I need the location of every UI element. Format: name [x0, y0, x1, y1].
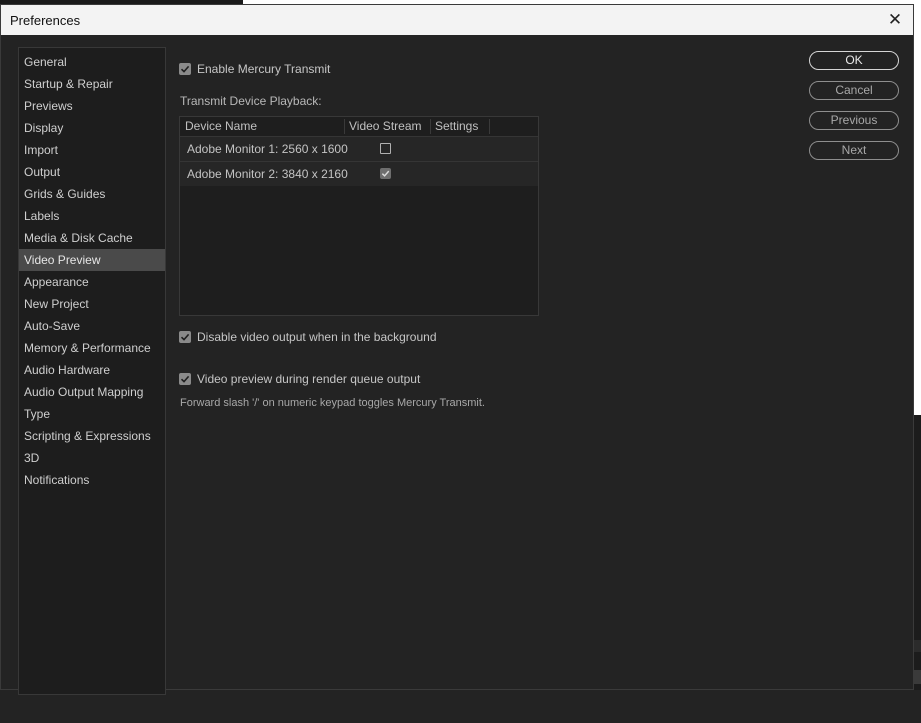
- disable-background-output-checkbox[interactable]: [179, 331, 191, 343]
- next-button[interactable]: Next: [809, 141, 899, 160]
- column-divider: [489, 119, 490, 134]
- sidebar-item-display[interactable]: Display: [19, 117, 165, 139]
- column-header-video-stream[interactable]: Video Stream: [344, 117, 430, 136]
- checkmark-icon: [180, 333, 190, 341]
- cancel-button[interactable]: Cancel: [809, 81, 899, 100]
- sidebar-item-audio-output-mapping[interactable]: Audio Output Mapping: [19, 381, 165, 403]
- keypad-hint-text: Forward slash '/' on numeric keypad togg…: [180, 397, 485, 409]
- transmit-device-table: Device Name Video Stream Settings Adobe …: [179, 116, 539, 316]
- enable-mercury-checkbox[interactable]: [179, 63, 191, 75]
- close-button[interactable]: ✕: [877, 5, 913, 35]
- previous-button[interactable]: Previous: [809, 111, 899, 130]
- sidebar-item-video-preview[interactable]: Video Preview: [19, 249, 165, 271]
- sidebar-item-memory-performance[interactable]: Memory & Performance: [19, 337, 165, 359]
- sidebar-item-previews[interactable]: Previews: [19, 95, 165, 117]
- sidebar-item-labels[interactable]: Labels: [19, 205, 165, 227]
- checkmark-icon: [381, 170, 390, 177]
- column-header-settings[interactable]: Settings: [430, 117, 490, 136]
- column-header-device-name[interactable]: Device Name: [180, 117, 344, 136]
- background-track-strip-2: [914, 670, 921, 684]
- sidebar-item-notifications[interactable]: Notifications: [19, 469, 165, 491]
- device-name-cell: Adobe Monitor 1: 2560 x 1600: [187, 142, 348, 156]
- sidebar-item-appearance[interactable]: Appearance: [19, 271, 165, 293]
- enable-mercury-label: Enable Mercury Transmit: [197, 62, 331, 76]
- sidebar-item-media-disk-cache[interactable]: Media & Disk Cache: [19, 227, 165, 249]
- device-name-cell: Adobe Monitor 2: 3840 x 2160: [187, 167, 348, 181]
- sidebar-item-type[interactable]: Type: [19, 403, 165, 425]
- checkmark-icon: [180, 65, 190, 73]
- ok-button[interactable]: OK: [809, 51, 899, 70]
- sidebar-item-startup-repair[interactable]: Startup & Repair: [19, 73, 165, 95]
- sidebar-item-import[interactable]: Import: [19, 139, 165, 161]
- render-queue-preview-checkbox[interactable]: [179, 373, 191, 385]
- video-stream-checkbox[interactable]: [380, 143, 391, 154]
- background-track-strip: [914, 640, 921, 652]
- sidebar-item-3d[interactable]: 3D: [19, 447, 165, 469]
- sidebar-item-auto-save[interactable]: Auto-Save: [19, 315, 165, 337]
- sidebar-item-grids-guides[interactable]: Grids & Guides: [19, 183, 165, 205]
- disable-background-output-label: Disable video output when in the backgro…: [197, 330, 437, 344]
- sidebar-item-scripting-expressions[interactable]: Scripting & Expressions: [19, 425, 165, 447]
- window-title: Preferences: [10, 13, 81, 28]
- preferences-sidebar: General Startup & Repair Previews Displa…: [18, 47, 166, 695]
- transmit-heading: Transmit Device Playback:: [180, 94, 322, 108]
- render-queue-preview-label: Video preview during render queue output: [197, 372, 421, 386]
- sidebar-item-output[interactable]: Output: [19, 161, 165, 183]
- checkmark-icon: [180, 375, 190, 383]
- table-row[interactable]: Adobe Monitor 1: 2560 x 1600: [180, 136, 538, 161]
- sidebar-item-general[interactable]: General: [19, 51, 165, 73]
- video-stream-checkbox[interactable]: [380, 168, 391, 179]
- title-bar: Preferences ✕: [1, 5, 913, 35]
- sidebar-item-audio-hardware[interactable]: Audio Hardware: [19, 359, 165, 381]
- sidebar-item-new-project[interactable]: New Project: [19, 293, 165, 315]
- table-row[interactable]: Adobe Monitor 2: 3840 x 2160: [180, 161, 538, 186]
